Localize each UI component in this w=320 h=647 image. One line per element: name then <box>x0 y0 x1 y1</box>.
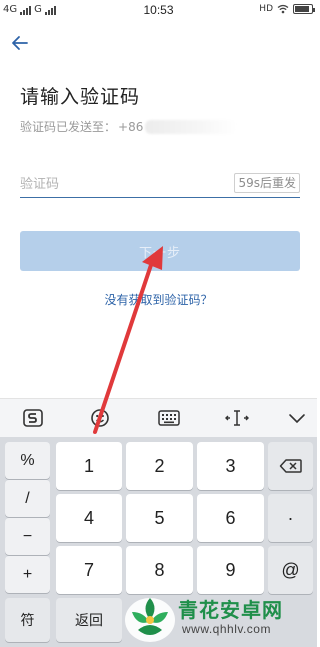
backspace-icon <box>279 459 302 473</box>
key-2[interactable]: 2 <box>126 442 193 490</box>
code-input-row: 59s后重发 <box>20 170 300 198</box>
key-dot[interactable]: · <box>268 494 313 542</box>
code-sent-label: 验证码已发送至： <box>20 120 117 134</box>
watermark: 青花安卓网 www.qhhlv.com <box>122 590 317 647</box>
status-bar: 4G G 10:53 HD <box>0 0 317 22</box>
collapse-keyboard-icon[interactable] <box>284 405 310 431</box>
battery-fill <box>295 6 309 12</box>
key-minus[interactable]: − <box>5 518 50 555</box>
sogou-logo-icon[interactable] <box>20 405 46 431</box>
no-code-received-link[interactable]: 没有获取到验证码？ <box>0 291 317 308</box>
verification-code-input[interactable] <box>20 172 210 196</box>
key-6[interactable]: 6 <box>197 494 264 542</box>
key-1[interactable]: 1 <box>56 442 122 490</box>
code-sent-notice: 验证码已发送至： +86 <box>20 118 238 135</box>
key-plus[interactable]: + <box>5 556 50 593</box>
symbol-key-label: 符 <box>20 613 35 629</box>
watermark-url: www.qhhlv.com <box>182 622 271 636</box>
cursor-move-icon[interactable] <box>223 405 251 431</box>
watermark-logo-icon <box>125 598 175 642</box>
key-at[interactable]: @ <box>268 546 313 594</box>
page-title: 请输入验证码 <box>20 86 141 108</box>
key-3[interactable]: 3 <box>197 442 264 490</box>
backspace-key[interactable] <box>268 442 313 490</box>
return-key-label: 返回 <box>75 613 103 629</box>
key-5[interactable]: 5 <box>126 494 193 542</box>
battery-icon <box>293 4 315 14</box>
keyboard-toolbar <box>0 398 317 437</box>
emoji-icon[interactable] <box>87 405 113 431</box>
symbol-key[interactable]: 符 <box>5 598 50 642</box>
resend-code-button[interactable]: 59s后重发 <box>234 173 300 193</box>
key-percent[interactable]: % <box>5 442 50 479</box>
hd-label: HD <box>259 4 273 14</box>
system-indicators: HD <box>259 4 315 14</box>
key-slash[interactable]: / <box>5 480 50 517</box>
key-8[interactable]: 8 <box>126 546 193 594</box>
key-9[interactable]: 9 <box>197 546 264 594</box>
arrow-left-icon <box>12 36 28 50</box>
back-button[interactable] <box>8 32 34 54</box>
key-4[interactable]: 4 <box>56 494 122 542</box>
key-7[interactable]: 7 <box>56 546 122 594</box>
wifi-icon <box>277 4 289 14</box>
next-step-button[interactable]: 下一步 <box>20 231 300 271</box>
phone-number-redacted <box>145 119 238 134</box>
watermark-title: 青花安卓网 <box>178 598 283 622</box>
return-key[interactable]: 返回 <box>56 598 122 642</box>
phone-number-partial: +86 <box>118 119 144 134</box>
keyboard-icon[interactable] <box>156 405 182 431</box>
